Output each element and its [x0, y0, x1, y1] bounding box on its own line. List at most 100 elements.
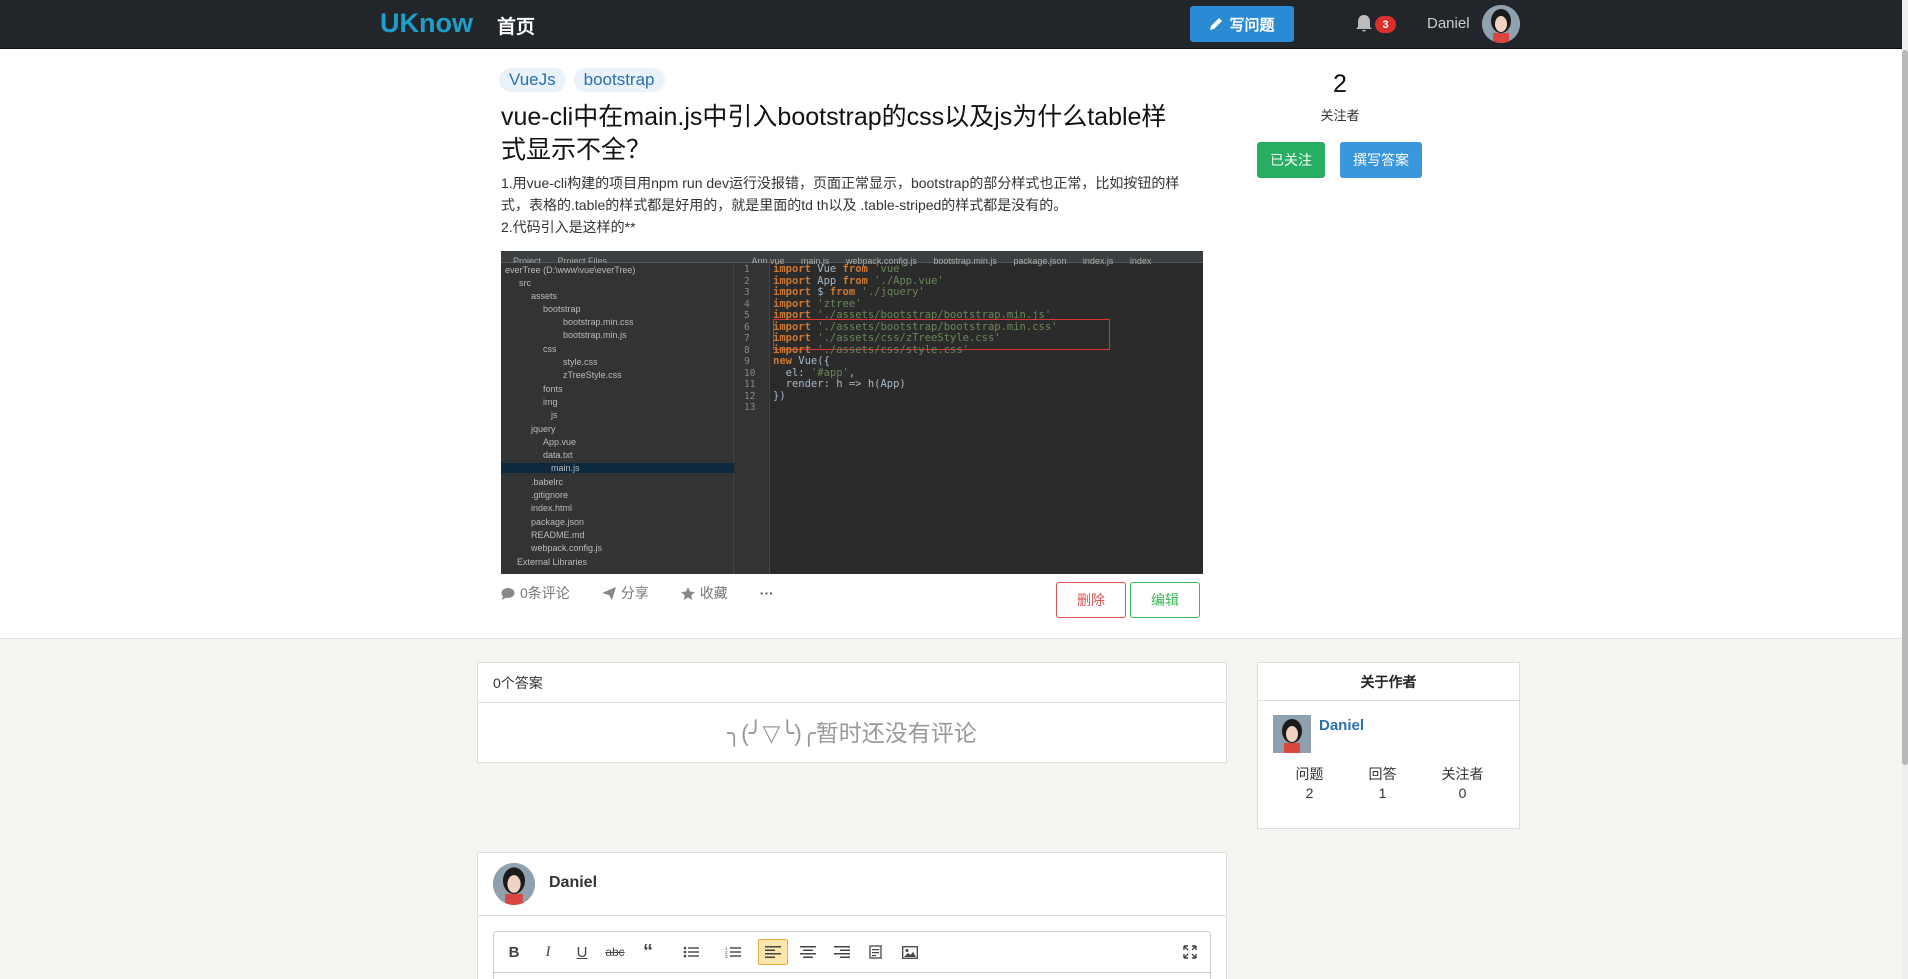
ide-tab-bar: Project Project Files App.vue main.js we…	[501, 251, 1203, 266]
code-line-number: 11	[744, 379, 756, 390]
ask-question-button[interactable]: 写问题	[1190, 6, 1294, 42]
write-answer-button[interactable]: 撰写答案	[1340, 142, 1422, 178]
editor-username: Daniel	[549, 874, 598, 891]
svg-text:3: 3	[725, 954, 728, 958]
scrollbar-thumb[interactable]	[1902, 50, 1908, 765]
stat-followers: 关注者 0	[1442, 765, 1484, 803]
avatar[interactable]	[1482, 5, 1520, 43]
code-line: render: h => h(App)	[773, 378, 906, 390]
editor-toolbar: B I U abc “ 123	[493, 931, 1211, 979]
follower-count: 2	[1333, 70, 1347, 98]
question-body: 1.用vue-cli构建的项目用npm run dev运行没报错，页面正常显示，…	[501, 172, 1191, 238]
code-line-number: 7	[744, 333, 750, 344]
author-card-title: 关于作者	[1258, 663, 1519, 701]
ide-tab: index.js	[1082, 256, 1114, 266]
bell-icon[interactable]	[1355, 14, 1373, 34]
author-name-link[interactable]: Daniel	[1319, 717, 1364, 734]
comments-label: 0条评论	[520, 585, 570, 601]
question-body-line: 2.代码引入是这样的**	[501, 219, 636, 235]
notification-badge: 3	[1375, 16, 1396, 33]
tree-item: .babelrc	[531, 477, 564, 487]
avatar-image	[1482, 5, 1520, 43]
ide-gutter	[734, 263, 770, 574]
comments-link[interactable]: 0条评论	[501, 583, 570, 603]
code-line: import './assets/css/zTreeStyle.css'	[773, 332, 1001, 344]
ide-tab: bootstrap.min.js	[933, 256, 997, 266]
author-card: 关于作者 Daniel 问题 2 回答 1 关注者 0	[1257, 662, 1520, 829]
code-line: el: '#app',	[773, 366, 856, 379]
followed-button[interactable]: 已关注	[1257, 142, 1325, 178]
quote-icon[interactable]: “	[633, 939, 663, 965]
code-line-number: 5	[744, 310, 750, 321]
page-scrollbar[interactable]	[1902, 0, 1908, 979]
avatar-image	[1273, 715, 1311, 753]
tag-vuejs[interactable]: VueJs	[499, 68, 566, 92]
strikethrough-icon[interactable]: abc	[600, 939, 630, 965]
tree-item: index.html	[531, 503, 573, 513]
fullscreen-icon[interactable]	[1175, 939, 1205, 965]
tag-bootstrap[interactable]: bootstrap	[573, 68, 665, 92]
stat-value: 1	[1378, 785, 1387, 801]
tree-item: README.md	[531, 530, 585, 540]
answers-count: 0个答案	[478, 663, 1226, 703]
code-line-number: 1	[744, 264, 750, 275]
tree-item: assets	[531, 291, 558, 301]
edit-button[interactable]: 编辑	[1130, 582, 1200, 618]
ide-project-tree: everTree (D:\www\vue\everTree) src asset…	[501, 263, 734, 574]
tree-item: css	[543, 344, 557, 354]
numbered-list-icon[interactable]: 123	[718, 939, 748, 965]
align-left-icon[interactable]	[758, 939, 788, 965]
code-block-icon[interactable]	[861, 939, 891, 965]
align-right-icon[interactable]	[827, 939, 857, 965]
stat-label: 问题	[1295, 766, 1324, 782]
code-line-number: 10	[744, 367, 756, 379]
tree-item-selected: main.js	[501, 463, 734, 473]
bold-icon[interactable]: B	[499, 939, 529, 965]
comment-icon	[501, 587, 515, 600]
top-navbar: UKnow 首页 写问题 3 Daniel	[0, 0, 1902, 49]
nav-username[interactable]: Daniel	[1427, 15, 1470, 32]
tree-item: bootstrap.min.js	[563, 330, 627, 340]
code-line-number: 12	[744, 390, 756, 402]
nav-home-link[interactable]: 首页	[497, 12, 535, 39]
underline-icon[interactable]: U	[567, 939, 597, 965]
code-line-number: 4	[744, 298, 750, 310]
avatar-image	[493, 863, 535, 905]
tree-item: bootstrap	[543, 304, 581, 314]
divider	[494, 972, 1210, 973]
question-title: vue-cli中在main.js中引入bootstrap的css以及js为什么t…	[501, 103, 1167, 164]
stat-questions: 问题 2	[1296, 765, 1324, 803]
code-line: import './assets/bootstrap/bootstrap.min…	[773, 320, 1058, 333]
code-line: import './assets/css/style.css'	[773, 343, 969, 356]
brand-logo[interactable]: UKnow	[380, 8, 473, 39]
ide-tab: index	[1129, 256, 1152, 266]
tree-item: zTreeStyle.css	[563, 370, 622, 380]
bullet-list-icon[interactable]	[676, 939, 706, 965]
code-line-number: 13	[744, 402, 756, 413]
stat-value: 2	[1305, 785, 1314, 801]
question-body-line: 1.用vue-cli构建的项目用npm run dev运行没报错，页面正常显示，…	[501, 175, 1180, 213]
share-link[interactable]: 分享	[601, 583, 649, 603]
delete-button[interactable]: 删除	[1056, 582, 1126, 618]
answer-editor-card: Daniel B I U abc “ 123	[477, 852, 1227, 979]
star-icon	[680, 586, 695, 600]
code-line: import './assets/bootstrap/bootstrap.min…	[773, 309, 1052, 321]
tree-item: img	[543, 397, 558, 407]
align-center-icon[interactable]	[793, 939, 823, 965]
follower-label: 关注者	[1320, 108, 1360, 123]
tree-item: package.json	[531, 517, 585, 527]
answers-empty-message: ╮(╯▽╰)╭暂时还没有评论	[727, 720, 977, 746]
code-line: import 'ztree'	[773, 297, 862, 310]
more-menu[interactable]: ···	[760, 583, 774, 603]
code-line-number: 6	[744, 321, 750, 333]
italic-icon[interactable]: I	[533, 939, 563, 965]
favorite-link[interactable]: 收藏	[680, 583, 728, 603]
avatar[interactable]	[1273, 715, 1311, 753]
tree-item: webpack.config.js	[531, 543, 603, 553]
image-icon[interactable]	[895, 939, 925, 965]
divider	[478, 915, 1226, 916]
code-line: import App from './App.vue'	[773, 274, 944, 287]
more-icon: ···	[759, 585, 774, 601]
author-stats: 问题 2 回答 1 关注者 0	[1273, 765, 1506, 803]
avatar	[493, 863, 535, 905]
